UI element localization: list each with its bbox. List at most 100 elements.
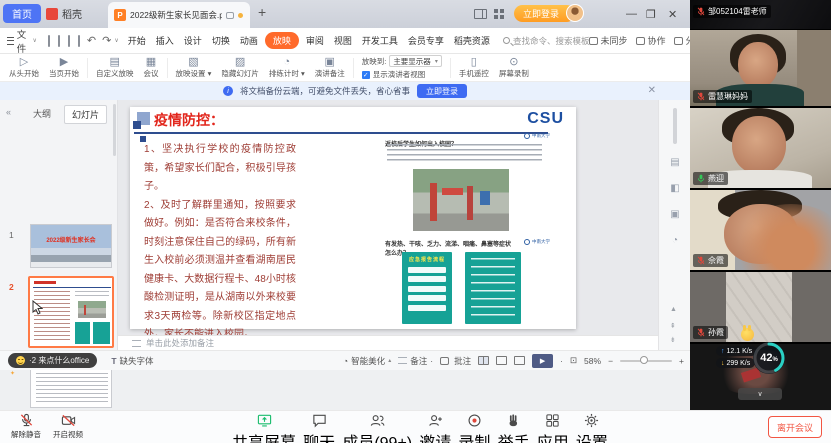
play-options-dot[interactable]: · [560, 356, 563, 366]
from-start-button[interactable]: ▷从头开始 [4, 55, 44, 81]
canvas-scrollbar[interactable] [673, 108, 677, 144]
collapse-panel-icon[interactable]: « [6, 107, 11, 117]
scroll-up-icon[interactable]: ▲ [670, 306, 677, 313]
save-icon[interactable] [48, 35, 50, 47]
zoom-slider[interactable] [620, 360, 672, 362]
custom-show-button[interactable]: ▤自定义放映 [91, 55, 139, 81]
zoom-plus-button[interactable]: + [679, 356, 684, 366]
phone-remote-button[interactable]: ▯手机遥控 [454, 55, 494, 81]
tab-design[interactable]: 设计 [181, 32, 205, 49]
slides-tab[interactable]: 幻灯片 [64, 105, 107, 124]
video-tile-1[interactable]: 邹052104雷老师 [690, 0, 831, 29]
fit-slide-icon[interactable]: ⊡ [570, 355, 577, 366]
file-menu[interactable]: 文件 ∨ [0, 27, 44, 55]
video-tile-3-active-speaker[interactable]: 燕迎 [690, 108, 831, 188]
redo-icon[interactable]: ↷ [102, 34, 111, 47]
record-button[interactable]: 录制 [458, 413, 490, 443]
preview-icon[interactable] [78, 35, 80, 47]
properties-panel-icon[interactable]: ▤ [668, 156, 682, 170]
collaborate-button[interactable]: 协作 [636, 34, 665, 47]
rehearse-button[interactable]: ◔排练计时 ▾ [264, 55, 310, 81]
comment-button[interactable]: 批注 [440, 355, 471, 367]
apps-grid-icon[interactable] [494, 9, 505, 20]
export-icon[interactable] [58, 35, 60, 47]
undo-icon[interactable]: ↶ [87, 34, 96, 47]
members-button[interactable]: 成员(99+) [342, 413, 412, 443]
chat-button[interactable]: 聊天 [303, 413, 335, 443]
next-slide-icon[interactable]: ⇟ [670, 336, 676, 344]
screen-record-button[interactable]: ⊙屏幕录制 [494, 55, 534, 81]
tab-view[interactable]: 视图 [331, 32, 355, 49]
tab-transition[interactable]: 切换 [209, 32, 233, 49]
video-tile-5[interactable]: 孙霞 [690, 272, 831, 342]
maximize-button[interactable]: ❐ [646, 8, 656, 21]
video-tile-2[interactable]: 雷慧琳妈妈 [690, 30, 831, 106]
smart-beautify-button[interactable]: ◔智能美化▴ [343, 355, 391, 367]
speaker-notes-button[interactable]: ▣演讲备注 [310, 55, 350, 81]
tab-slideshow[interactable]: 放映 [265, 32, 299, 49]
close-button[interactable]: ✕ [668, 8, 677, 21]
hide-slide-button[interactable]: ▨隐藏幻灯片 [216, 55, 264, 81]
notes-bar[interactable]: 单击此处添加备注 [118, 335, 658, 350]
reading-view-icon[interactable] [514, 356, 525, 365]
reaction-tooltip[interactable]: ·2 来点什么office [8, 353, 97, 368]
sorter-view-icon[interactable] [496, 356, 507, 365]
outline-tab[interactable]: 大纲 [26, 105, 58, 124]
record-icon [467, 413, 482, 428]
raise-hand-button[interactable]: 举手 [498, 413, 530, 443]
panel-scrollbar[interactable] [113, 104, 116, 156]
editor-canvas[interactable]: 疫情防控： CSU 1、坚决执行学校的疫情防控政策，希望家长们配合，积极引导孩子… [118, 100, 658, 335]
home-tab[interactable]: 首页 [3, 4, 41, 23]
current-slide[interactable]: 疫情防控： CSU 1、坚决执行学校的疫情防控政策，希望家长们配合，积极引导孩子… [130, 107, 576, 329]
new-tab-button[interactable]: + [258, 4, 266, 20]
more-chevron-icon[interactable]: ∨ [114, 37, 118, 44]
tab-animation[interactable]: 动画 [237, 32, 261, 49]
selection-pane-icon[interactable]: ◧ [668, 182, 682, 196]
from-current-button[interactable]: ▶当页开始 [44, 55, 84, 81]
normal-view-icon[interactable] [478, 356, 489, 365]
zoom-slider-knob[interactable] [640, 356, 648, 364]
mini-paragraph [75, 291, 109, 299]
notice-login-button[interactable]: 立即登录 [417, 84, 467, 98]
presenter-view-checkbox[interactable]: ✓ [362, 71, 370, 79]
zoom-minus-button[interactable]: − [608, 356, 613, 366]
document-tab[interactable]: P 2022级新生家长见面会.pptx [108, 2, 250, 28]
share-screen-button[interactable]: 共享屏幕 [232, 413, 296, 443]
notice-close-icon[interactable]: ✕ [648, 85, 656, 96]
invite-button[interactable]: 邀请 [419, 413, 451, 443]
minimize-button[interactable]: — [626, 8, 637, 20]
sync-status[interactable]: 未同步 [589, 34, 627, 47]
animation-pane-icon[interactable]: ◔ [668, 234, 682, 248]
print-icon[interactable] [68, 35, 70, 47]
meeting-button[interactable]: ▦会议 [139, 55, 164, 81]
hamburger-icon [7, 37, 14, 45]
search-placeholder: 查找命令、搜索模板 [513, 35, 590, 47]
missing-font-warning[interactable]: T 缺失字体 [111, 355, 153, 367]
previous-slide-icon[interactable]: ⇞ [670, 322, 676, 330]
leave-meeting-button[interactable]: 离开会议 [768, 416, 822, 438]
tab-docer-resources[interactable]: 稻壳资源 [451, 32, 493, 49]
tab-review[interactable]: 审阅 [303, 32, 327, 49]
video-tile-4[interactable]: 佘霞 [690, 190, 831, 270]
tab-devtools[interactable]: 开发工具 [359, 32, 401, 49]
docer-tab[interactable]: 稻壳 [46, 6, 82, 21]
start-video-button[interactable]: 开启视频 [46, 413, 90, 440]
apps-button[interactable]: 应用 [537, 413, 569, 443]
tab-home[interactable]: 开始 [125, 32, 149, 49]
command-search-input[interactable]: 查找命令、搜索模板 [503, 35, 590, 47]
avatar[interactable] [566, 4, 584, 22]
display-select[interactable]: 主要显示器▾ [389, 55, 442, 67]
notes-toggle-button[interactable]: 备注 · [398, 355, 433, 367]
slide-thumbnail-1[interactable]: 2022级新生家长会 [30, 224, 112, 268]
zoom-level[interactable]: 58% [584, 356, 601, 366]
university-logo: 中南大学 [524, 133, 550, 139]
unmute-button[interactable]: 解除静音 [4, 413, 48, 440]
collapse-videos-button[interactable]: ∨ [738, 388, 782, 400]
settings-button[interactable]: 设置 [576, 413, 608, 443]
show-settings-button[interactable]: ▧放映设置 ▾ [171, 55, 217, 81]
object-pane-icon[interactable]: ▣ [668, 208, 682, 222]
tab-insert[interactable]: 插入 [153, 32, 177, 49]
tab-membership[interactable]: 会员专享 [405, 32, 447, 49]
split-window-icon[interactable] [474, 9, 487, 19]
play-slideshow-button[interactable]: ▶ [532, 354, 553, 368]
